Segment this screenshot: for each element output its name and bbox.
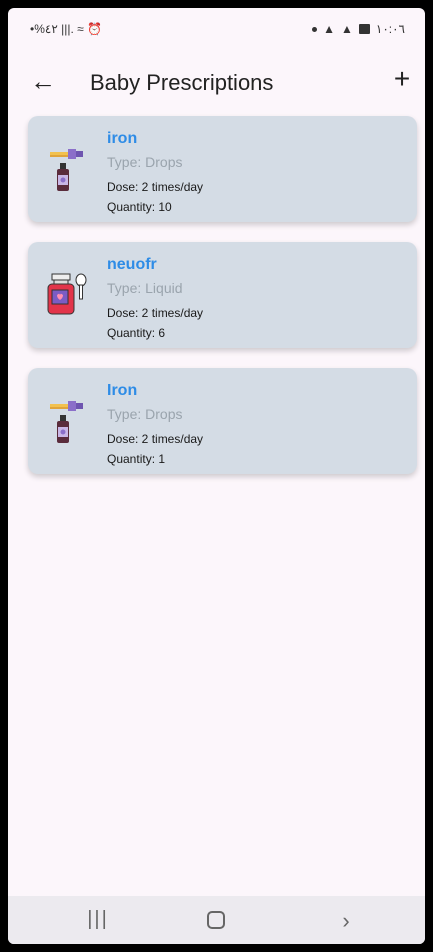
prescription-dose: Dose: 2 times/day xyxy=(107,432,204,446)
back-arrow-icon[interactable]: ← xyxy=(28,66,58,96)
bell-icon: ▲ xyxy=(323,22,335,36)
back-nav-icon[interactable]: › xyxy=(331,908,361,933)
prescription-dose: Dose: 2 times/day xyxy=(107,306,204,320)
status-indicators: •%٤٢ |||. ≈ ⏰ xyxy=(30,22,102,36)
app-bar: ← Baby Prescriptions + xyxy=(8,62,425,106)
prescription-type: Type: Liquid xyxy=(107,280,183,296)
prescription-quantity: Quantity: 1 xyxy=(107,452,166,466)
prescription-name: iron xyxy=(107,130,138,147)
bell-icon-2: ▲ xyxy=(340,22,353,36)
add-prescription-button[interactable]: + xyxy=(387,64,417,94)
system-nav-bar: ||| › xyxy=(8,896,425,944)
status-right-group: ▲ ▲ ١٠:٠٦ xyxy=(312,22,405,36)
syrup-bottle-icon xyxy=(46,270,94,320)
notification-dot-icon xyxy=(312,26,318,32)
prescription-name: neuofr xyxy=(107,256,157,273)
prescription-quantity: Quantity: 10 xyxy=(107,200,172,214)
recents-icon[interactable]: ||| xyxy=(83,908,113,932)
prescription-type: Type: Drops xyxy=(107,406,183,422)
prescription-type: Type: Drops xyxy=(107,154,183,170)
status-time: ١٠:٠٦ xyxy=(375,22,405,36)
page-title: Baby Prescriptions xyxy=(90,70,274,95)
dropper-bottle-icon xyxy=(46,396,94,446)
app-screen: •%٤٢ |||. ≈ ⏰ ▲ ▲ ١٠:٠٦ ← Baby Prescript… xyxy=(8,8,425,944)
prescription-list: iron Type: Drops Dose: 2 times/day Quant… xyxy=(28,116,417,494)
prescription-quantity: Quantity: 6 xyxy=(107,326,166,340)
dropper-bottle-icon xyxy=(46,144,94,194)
status-bar: •%٤٢ |||. ≈ ⏰ ▲ ▲ ١٠:٠٦ xyxy=(8,8,425,48)
prescription-card[interactable]: neuofr Type: Liquid Dose: 2 times/day Qu… xyxy=(28,242,417,348)
prescription-name: Iron xyxy=(107,382,138,399)
home-icon[interactable] xyxy=(201,908,231,932)
prescription-card[interactable]: iron Type: Drops Dose: 2 times/day Quant… xyxy=(28,116,417,222)
prescription-dose: Dose: 2 times/day xyxy=(107,180,204,194)
gallery-icon xyxy=(358,24,370,34)
prescription-card[interactable]: Iron Type: Drops Dose: 2 times/day Quant… xyxy=(28,368,417,474)
